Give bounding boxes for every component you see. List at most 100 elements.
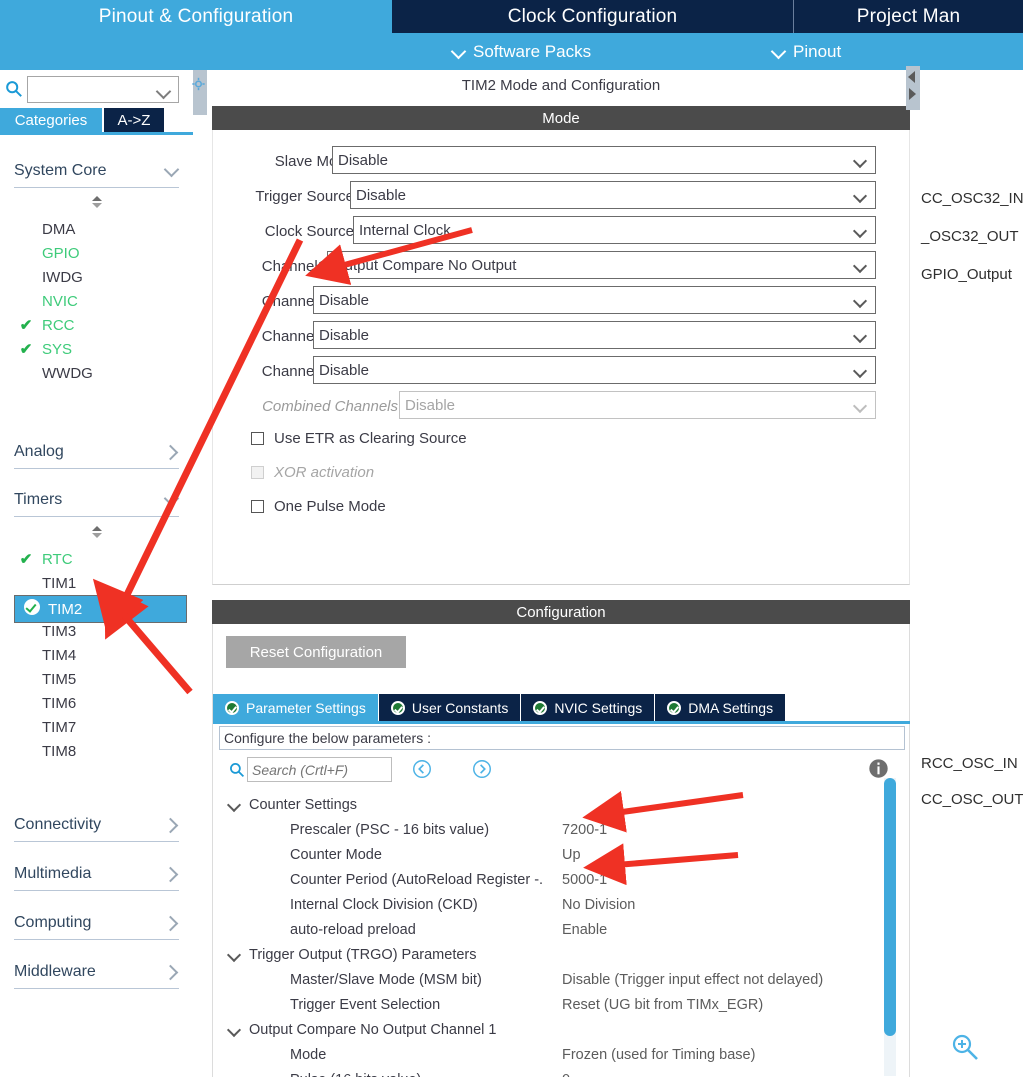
right-pane: [906, 66, 1023, 1077]
select-combined-channels: Disable: [399, 391, 876, 419]
parameter-search-input[interactable]: [247, 757, 392, 782]
label-combined-channels: Combined Channels: [262, 397, 398, 415]
select-clock-source[interactable]: Internal Clock: [353, 216, 876, 244]
sidebar-group-multimedia-label: Multimedia: [14, 864, 92, 882]
collapse-handle-icon[interactable]: [906, 66, 920, 110]
sidebar-item-tim1[interactable]: TIM1: [14, 571, 179, 595]
scroll-spinner-system-core[interactable]: [89, 195, 105, 209]
menu-software-packs[interactable]: Software Packs: [452, 33, 591, 70]
tree-row-auto-reload-preload[interactable]: auto-reload preload Enable: [219, 917, 895, 942]
sidebar-item-wwdg-label: WWDG: [42, 364, 93, 382]
tree-row-counter-mode[interactable]: Counter Mode Up: [219, 842, 895, 867]
tree-row-trigger-event-selection[interactable]: Trigger Event Selection Reset (UG bit fr…: [219, 992, 895, 1017]
chevron-right-icon: [165, 445, 179, 459]
center-panel: TIM2 Mode and Configuration Mode Slave M…: [212, 70, 911, 1077]
checkbox-use-etr-clearing-source[interactable]: Use ETR as Clearing Source: [251, 426, 467, 450]
nav-next-icon[interactable]: [471, 758, 493, 780]
info-icon[interactable]: [868, 758, 889, 779]
page-title-text: TIM2 Mode and Configuration: [461, 76, 661, 94]
check-badge-icon: [390, 700, 405, 715]
sidebar-group-analog[interactable]: Analog: [14, 435, 179, 469]
page-title: TIM2 Mode and Configuration: [212, 70, 910, 100]
mode-section-body: Slave Mode Disable Trigger Source Disabl…: [212, 130, 910, 585]
sidebar-item-nvic[interactable]: NVIC: [14, 289, 179, 313]
select-trigger-source[interactable]: Disable: [350, 181, 876, 209]
mode-section-header: Mode: [212, 106, 910, 130]
tree-row-auto-reload-preload-value: Enable: [562, 921, 608, 938]
tree-row-prescaler[interactable]: Prescaler (PSC - 16 bits value) 7200-1: [219, 817, 895, 842]
select-channel2-value: Disable: [319, 291, 370, 309]
sidebar-tab-a-to-z[interactable]: A->Z: [104, 108, 164, 132]
sidebar-group-computing[interactable]: Computing: [14, 906, 179, 940]
select-channel3[interactable]: Disable: [313, 321, 876, 349]
sidebar-item-dma-label: DMA: [42, 220, 76, 238]
tab-parameter-settings-label: Parameter Settings: [246, 699, 366, 716]
tab-user-constants[interactable]: User Constants: [378, 694, 522, 721]
tree-group-output-compare-channel1[interactable]: Output Compare No Output Channel 1: [219, 1017, 895, 1042]
chevron-down-icon: [229, 800, 240, 811]
sidebar-item-rcc[interactable]: ✔ RCC: [14, 313, 179, 337]
select-slave-mode[interactable]: Disable: [332, 146, 876, 174]
sidebar-item-rtc[interactable]: ✔ RTC: [14, 547, 179, 571]
sidebar-item-tim4[interactable]: TIM4: [14, 643, 179, 667]
sidebar-item-tim3[interactable]: TIM3: [14, 619, 179, 643]
tree-row-counter-period-value: 5000-1: [562, 871, 608, 888]
sidebar-search-input[interactable]: [27, 76, 179, 103]
tab-pinout-configuration[interactable]: Pinout & Configuration: [0, 0, 392, 33]
tab-nvic-settings[interactable]: NVIC Settings: [521, 694, 656, 721]
sidebar-tab-categories[interactable]: Categories: [0, 108, 102, 132]
sidebar-item-gpio-label: GPIO: [42, 244, 80, 262]
chevron-down-icon: [855, 261, 866, 272]
tree-row-master-slave-mode[interactable]: Master/Slave Mode (MSM bit) Disable (Tri…: [219, 967, 895, 992]
checkbox-one-pulse-mode[interactable]: One Pulse Mode: [251, 494, 386, 518]
tree-row-internal-clock-division-value: No Division: [562, 896, 636, 913]
sub-tab-bar: Software Packs Pinout: [0, 33, 1023, 70]
select-channel1[interactable]: Output Compare No Output: [327, 251, 876, 279]
parameter-tree-scrollbar-thumb[interactable]: [884, 778, 896, 1036]
sidebar-group-timers[interactable]: Timers: [14, 483, 179, 517]
tab-clock-configuration-label: Clock Configuration: [507, 5, 678, 27]
menu-pinout[interactable]: Pinout: [772, 33, 841, 70]
sidebar-group-middleware[interactable]: Middleware: [14, 955, 179, 989]
tab-clock-configuration[interactable]: Clock Configuration: [392, 0, 794, 33]
sidebar-tab-a-to-z-label: A->Z: [117, 111, 151, 129]
tree-group-trigger-output[interactable]: Trigger Output (TRGO) Parameters: [219, 942, 895, 967]
sidebar-item-sys[interactable]: ✔ SYS: [14, 337, 179, 361]
configure-parameters-note-text: Configure the below parameters :: [224, 730, 431, 746]
checkbox-icon: [251, 499, 264, 513]
select-channel1-value: Output Compare No Output: [333, 256, 517, 274]
select-channel2[interactable]: Disable: [313, 286, 876, 314]
sidebar-group-connectivity[interactable]: Connectivity: [14, 808, 179, 842]
check-badge-icon: [225, 700, 239, 715]
sidebar-item-tim8[interactable]: TIM8: [14, 739, 179, 763]
check-badge-icon: [533, 700, 548, 715]
sidebar-item-tim7[interactable]: TIM7: [14, 715, 179, 739]
sidebar-group-system-core[interactable]: System Core: [14, 154, 179, 188]
select-channel4[interactable]: Disable: [313, 356, 876, 384]
tab-dma-settings[interactable]: DMA Settings: [655, 694, 787, 721]
tab-dma-settings-label: DMA Settings: [688, 699, 774, 716]
sidebar-item-tim6[interactable]: TIM6: [14, 691, 179, 715]
nav-prev-icon[interactable]: [411, 758, 433, 780]
zoom-in-icon[interactable]: [950, 1032, 980, 1062]
sidebar-group-multimedia[interactable]: Multimedia: [14, 857, 179, 891]
tab-project-manager[interactable]: Project Man: [794, 0, 1023, 33]
tab-parameter-settings[interactable]: Parameter Settings: [213, 694, 379, 721]
reset-configuration-button[interactable]: Reset Configuration: [226, 636, 406, 668]
scroll-spinner-timers[interactable]: [89, 525, 105, 539]
sidebar-item-rcc-label: RCC: [42, 316, 75, 334]
sidebar-item-wwdg[interactable]: WWDG: [14, 361, 179, 385]
tree-group-counter-settings[interactable]: Counter Settings: [219, 792, 895, 817]
sidebar-item-gpio[interactable]: GPIO: [14, 241, 179, 265]
checkbox-xor-activation-label: XOR activation: [274, 463, 375, 481]
gear-icon[interactable]: [192, 77, 205, 91]
sidebar-item-iwdg[interactable]: IWDG: [14, 265, 179, 289]
tree-row-pulse[interactable]: Pulse (16 bits value) 0: [219, 1067, 895, 1077]
configure-parameters-note: Configure the below parameters :: [219, 726, 905, 750]
tree-row-counter-period[interactable]: Counter Period (AutoReload Register -. 5…: [219, 867, 895, 892]
tree-row-internal-clock-division[interactable]: Internal Clock Division (CKD) No Divisio…: [219, 892, 895, 917]
tab-nvic-settings-label: NVIC Settings: [554, 699, 643, 716]
sidebar-item-dma[interactable]: DMA: [14, 217, 179, 241]
sidebar-item-tim5[interactable]: TIM5: [14, 667, 179, 691]
tree-row-oc-mode[interactable]: Mode Frozen (used for Timing base): [219, 1042, 895, 1067]
